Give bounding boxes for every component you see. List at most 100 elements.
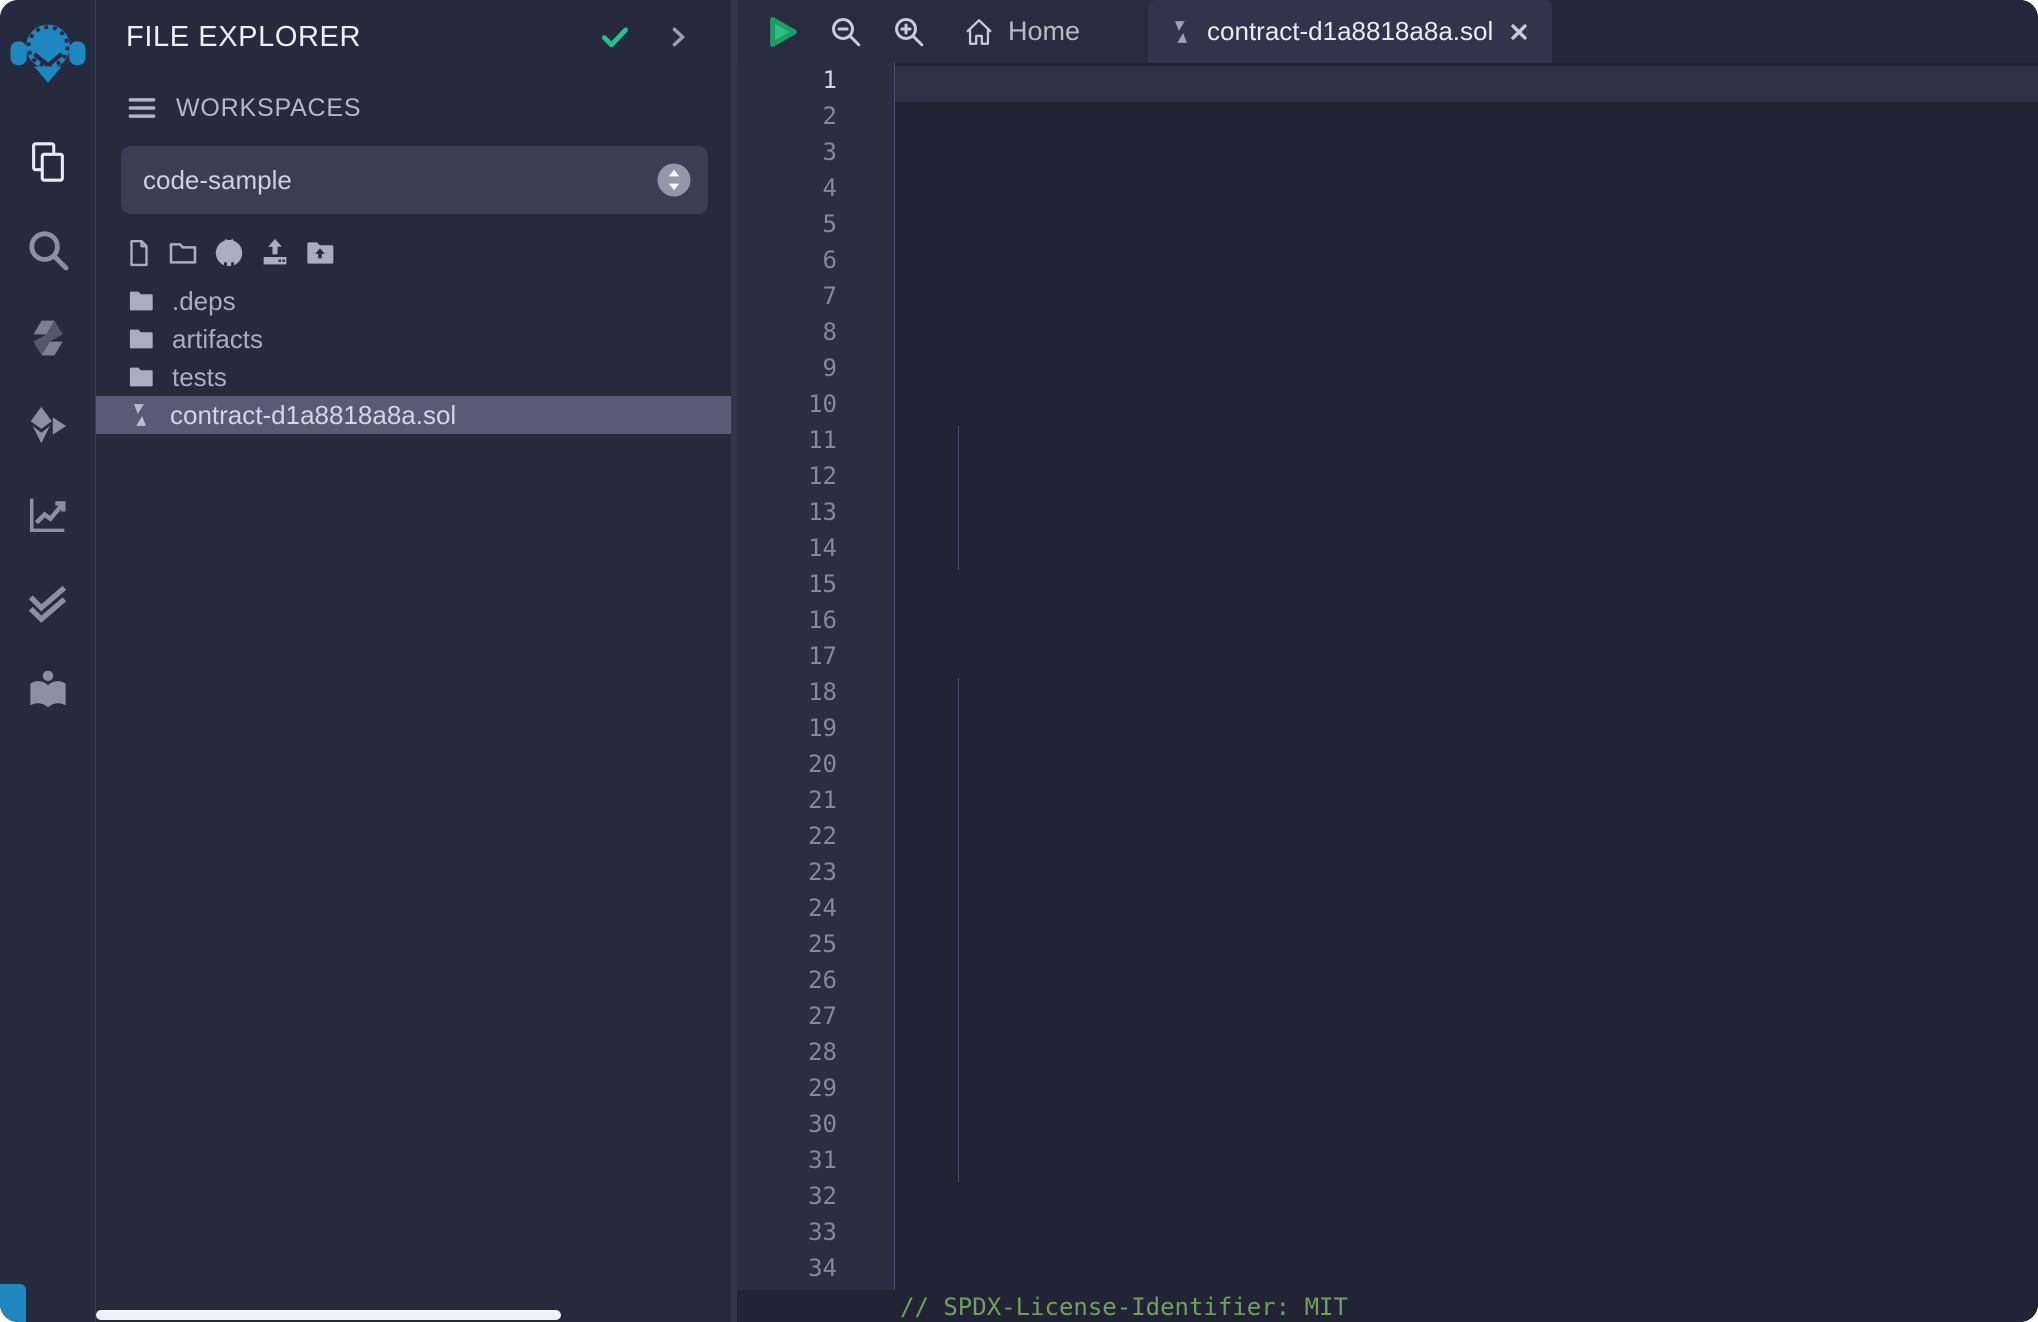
workspace-selected-value: code-sample [143,165,656,196]
line-number: 29 [737,1074,894,1110]
line-number: 16 [737,606,894,642]
code-line[interactable]: // SPDX-License-Identifier: MIT [900,1293,2038,1322]
page-title: FILE EXPLORER [126,21,598,54]
line-number: 5 [737,210,894,246]
new-file-icon [124,238,154,268]
indent-guide [958,426,959,570]
tree-folder-item[interactable]: artifacts [96,320,732,358]
line-number-gutter: 1234567891011121314151617181920212223242… [737,63,895,1290]
sidebar-item-file-explorer[interactable] [0,118,95,206]
remix-ide-window: FILE EXPLORER [0,0,2038,1322]
tree-item-label: contract-d1a8818a8a.sol [170,400,456,431]
sidebar-item-search[interactable] [0,206,95,294]
tree-folder-item[interactable]: .deps [96,282,732,320]
zoom-in-icon [891,14,927,50]
tree-file-item[interactable]: contract-d1a8818a8a.sol [96,396,732,434]
line-number: 18 [737,678,894,714]
indent-guide [958,678,959,1182]
line-number: 19 [737,714,894,750]
editor-area: Home contract-d1a8818a8a.sol 12345678910… [731,0,2038,1322]
sidebar-item-learneth[interactable] [0,646,95,734]
github-clone-button[interactable] [212,236,246,270]
line-number: 24 [737,894,894,930]
workspaces-menu-button[interactable] [126,92,158,124]
zoom-out-button[interactable] [828,14,864,50]
current-line-highlight [737,66,2038,102]
editor-toolbar [737,0,955,63]
line-number: 11 [737,426,894,462]
upload-file-button[interactable] [259,237,291,269]
code-content: // SPDX-License-Identifier: MITpragma so… [896,1290,2038,1322]
line-number: 17 [737,642,894,678]
line-number: 32 [737,1182,894,1218]
sidebar-item-deploy-and-run[interactable] [0,382,95,470]
folder-icon [127,325,155,353]
line-number: 9 [737,354,894,390]
tree-item-label: tests [172,362,227,393]
zoom-in-button[interactable] [891,14,927,50]
line-number: 27 [737,1002,894,1038]
line-number: 30 [737,1110,894,1146]
learn-book-icon [25,667,71,713]
line-number: 22 [737,822,894,858]
sidebar-item-static-analysis[interactable] [0,470,95,558]
workspaces-label: WORKSPACES [176,94,361,123]
line-number: 33 [737,1218,894,1254]
file-explorer-toolbar [96,214,732,274]
new-file-button[interactable] [124,238,154,268]
tabbar-filler [1552,0,2038,63]
line-number: 12 [737,462,894,498]
code-editor[interactable]: 1234567891011121314151617181920212223242… [737,63,2038,1322]
tab-label: contract-d1a8818a8a.sol [1207,16,1493,47]
panel-actions [598,20,692,54]
line-number: 10 [737,390,894,426]
tab-home[interactable]: Home [955,0,1122,63]
zoom-out-icon [828,14,864,50]
run-script-button[interactable] [761,12,801,52]
workspaces-header: WORKSPACES [96,54,732,124]
line-number: 14 [737,534,894,570]
file-tree: .deps artifacts tests contract-d1a8818a8… [96,282,732,434]
line-number: 34 [737,1254,894,1290]
remix-logo-icon[interactable] [8,6,88,102]
line-number: 25 [737,930,894,966]
tree-item-label: artifacts [172,324,263,355]
line-number: 7 [737,282,894,318]
panel-header: FILE EXPLORER [96,0,732,54]
folder-icon [127,287,155,315]
deploy-run-icon [25,403,71,449]
select-arrows-icon [656,162,692,198]
activity-bar-items [0,118,95,734]
line-number: 3 [737,138,894,174]
solidity-compiler-icon [26,316,70,360]
bottom-left-partial-icon [0,1284,26,1322]
tree-folder-item[interactable]: tests [96,358,732,396]
files-icon [25,139,71,185]
sidebar-item-solidity-compiler[interactable] [0,294,95,382]
line-number: 28 [737,1038,894,1074]
hamburger-icon [126,92,158,124]
upload-folder-button[interactable] [304,237,336,269]
home-icon [963,16,995,48]
sidebar-item-unit-testing[interactable] [0,558,95,646]
workspace-select[interactable]: code-sample [121,146,708,214]
line-number: 21 [737,786,894,822]
github-icon [212,236,246,270]
line-number: 2 [737,102,894,138]
folder-icon [127,363,155,391]
tab-contract-file[interactable]: contract-d1a8818a8a.sol [1148,0,1552,63]
new-folder-button[interactable] [167,237,199,269]
line-number: 31 [737,1146,894,1182]
double-check-icon [25,579,71,625]
expand-panel-button[interactable] [664,23,692,51]
analysis-chart-icon [25,491,71,537]
line-number: 26 [737,966,894,1002]
solidity-file-icon [127,402,153,428]
play-icon [761,12,801,52]
line-number: 8 [737,318,894,354]
accept-check-button[interactable] [598,20,632,54]
close-tab-button[interactable] [1506,19,1532,45]
chevron-right-icon [664,23,692,51]
horizontal-scrollbar[interactable] [96,1310,561,1320]
check-icon [598,20,632,54]
